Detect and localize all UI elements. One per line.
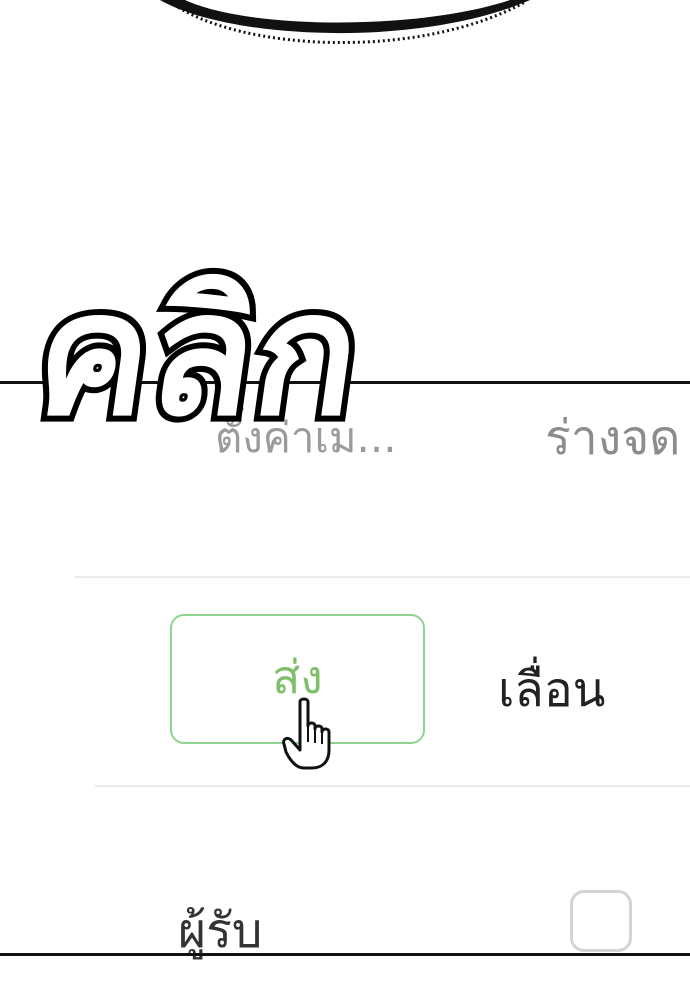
scroll-button[interactable]: เลื่อน [498,652,605,728]
checkbox-icon[interactable] [570,890,632,952]
hand-pointer-icon [282,697,331,770]
panel-bottom-border [0,953,690,956]
hair-drawing [160,0,530,44]
click-sound-effect: คลิก [18,250,379,460]
divider [75,576,690,578]
receiver-label: ผู้รับ [178,903,263,959]
comic-panel: ตั้งค่าเม... ร่างจด ส่ง เลื่อน ผู้รับ คล… [0,0,690,1000]
tab-drafts[interactable]: ร่างจด [545,400,680,476]
divider [95,785,690,787]
